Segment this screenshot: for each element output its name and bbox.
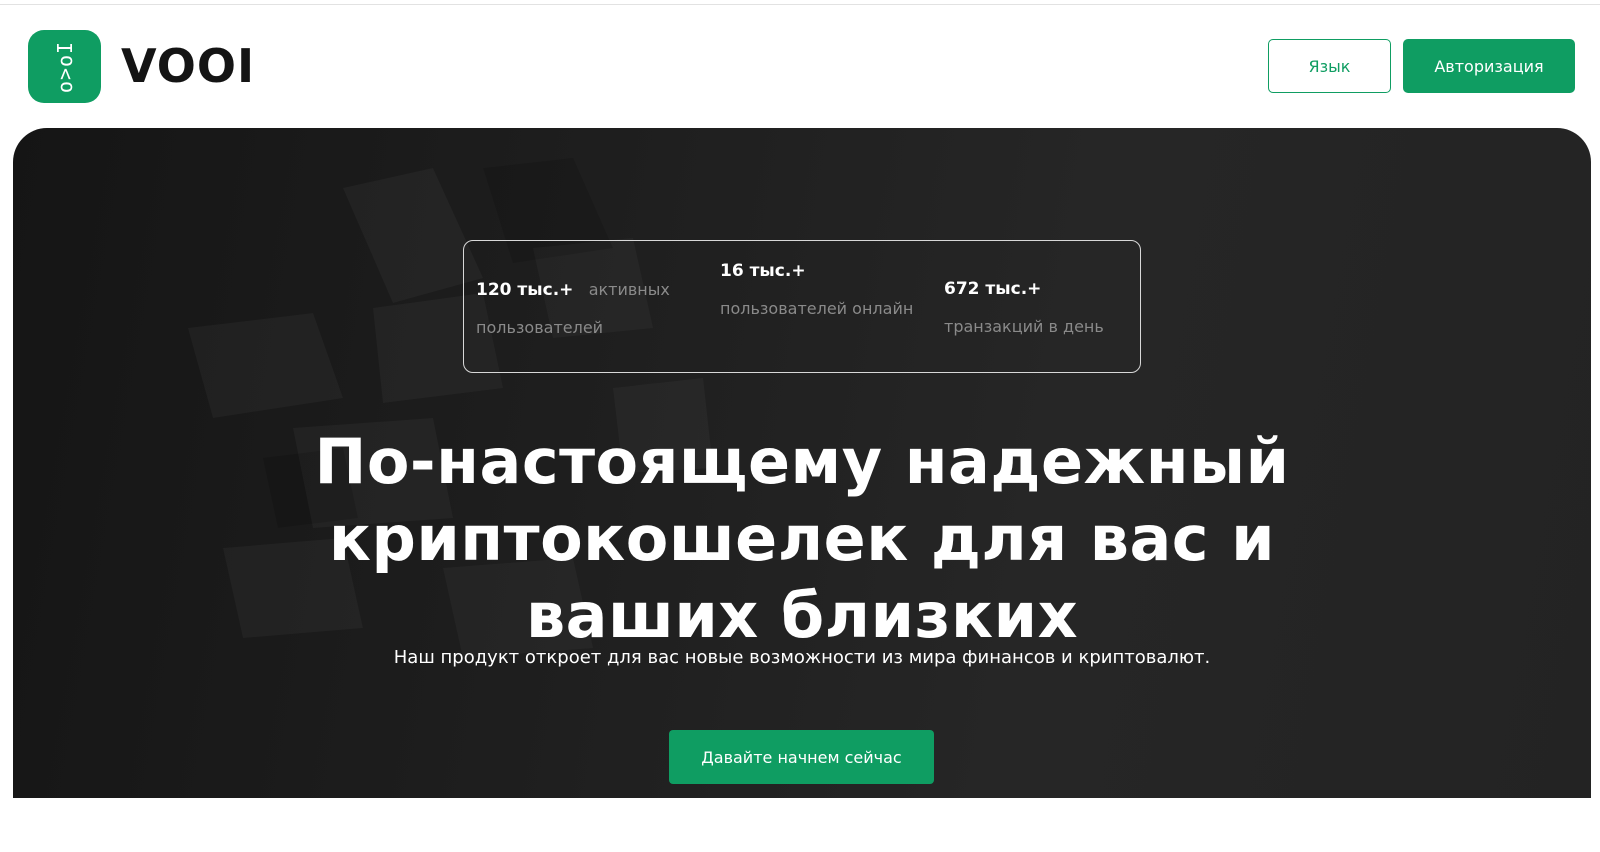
- hero-section: 120 тыс.+ активных пользователей 16 тыс.…: [13, 128, 1591, 798]
- stat-label: пользователей онлайн: [720, 299, 914, 318]
- login-button[interactable]: Авторизация: [1403, 39, 1575, 93]
- site-header: o>oI VOOI Язык Авторизация: [0, 0, 1600, 130]
- stat-value: 672 тыс.+: [944, 279, 1042, 299]
- stat-online-users: 16 тыс.+ пользователей онлайн: [720, 253, 920, 327]
- stat-active-users: 120 тыс.+ активных пользователей: [476, 271, 706, 346]
- brand-name[interactable]: VOOI: [121, 38, 255, 94]
- language-button[interactable]: Язык: [1268, 39, 1391, 93]
- hero-title-line: ваших близких: [525, 579, 1079, 652]
- hero-title-line: криптокошелек для вас и: [328, 502, 1276, 575]
- stat-value: 120 тыс.+: [476, 280, 574, 300]
- hero-title: По-настоящему надежный криптокошелек для…: [13, 423, 1591, 654]
- stats-panel: 120 тыс.+ активных пользователей 16 тыс.…: [463, 240, 1141, 373]
- get-started-button[interactable]: Давайте начнем сейчас: [669, 730, 934, 784]
- logo-icon[interactable]: o>oI: [28, 30, 101, 103]
- logo-glyphs: o>oI: [52, 40, 77, 93]
- stat-daily-transactions: 672 тыс.+ транзакций в день: [944, 271, 1134, 345]
- hero-title-line: По-настоящему надежный: [314, 425, 1290, 498]
- hero-subtitle: Наш продукт откроет для вас новые возмож…: [393, 647, 1211, 668]
- stat-value: 16 тыс.+: [720, 261, 806, 281]
- stat-label: транзакций в день: [944, 317, 1104, 336]
